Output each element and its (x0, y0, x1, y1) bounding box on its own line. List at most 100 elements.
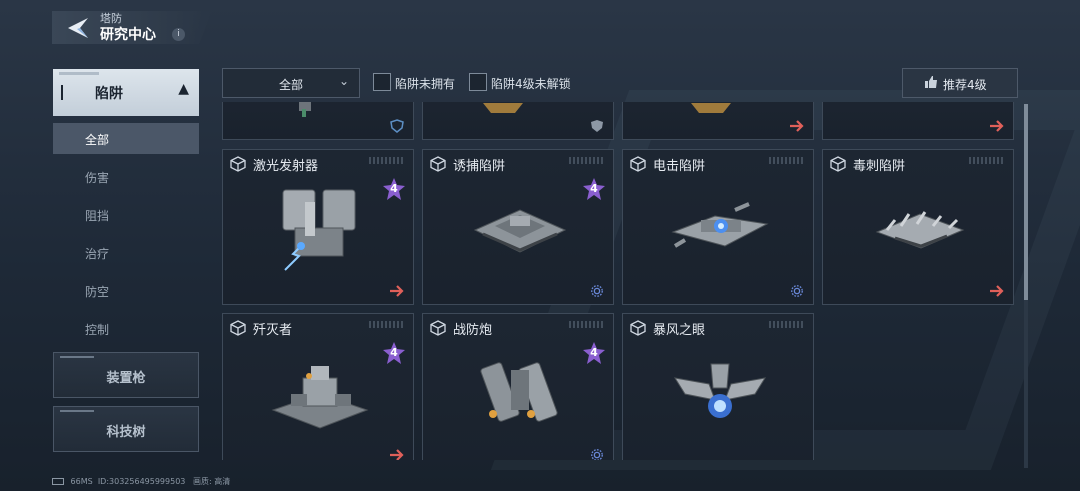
laser-emitter-art (282, 189, 356, 271)
cube-icon (230, 156, 246, 172)
shield-icon[interactable] (389, 119, 405, 133)
sidebar-item-label: 控制 (85, 323, 110, 337)
sidebar-item-all[interactable]: 全部 (53, 123, 199, 154)
decor-strip (769, 157, 805, 164)
sidebar-item-label: 阻挡 (85, 209, 110, 223)
level-4-badge: 4 (383, 342, 405, 364)
decor-strip (369, 321, 405, 328)
trap-name: 暴风之眼 (653, 323, 706, 338)
shock-trap-art (671, 202, 769, 248)
battery-icon (52, 478, 64, 485)
snare-trap-art (473, 209, 567, 253)
quality-value: 高清 (214, 477, 231, 486)
ping-text: 66MS (70, 477, 93, 486)
decor-strip (60, 410, 94, 412)
sidebar-item-block[interactable]: 阻挡 (53, 199, 199, 230)
sidebar-item-label: 伤害 (85, 171, 110, 185)
tech-tree-label: 科技树 (106, 425, 146, 440)
cube-icon (830, 156, 846, 172)
decor-strip (769, 321, 805, 328)
info-icon[interactable]: i (172, 28, 185, 41)
tech-tree-button[interactable]: 科技树 (53, 406, 199, 452)
not-owned-label[interactable]: 陷阱未拥有 (395, 75, 455, 92)
category-marker (61, 85, 63, 100)
device-gun-button[interactable]: 装置枪 (53, 352, 199, 398)
arrow-right-icon[interactable] (989, 119, 1005, 133)
category-header-traps[interactable]: 陷阱 ▲ (53, 69, 199, 116)
trap-card[interactable] (822, 102, 1014, 140)
trap-art-partial (299, 102, 311, 117)
level4-locked-checkbox[interactable] (469, 73, 487, 91)
level-4-badge: 4 (383, 178, 405, 200)
trap-card[interactable] (622, 102, 814, 140)
trap-name: 激光发射器 (253, 159, 319, 174)
decor-strip (60, 356, 94, 358)
sidebar-item-control[interactable]: 控制 (53, 313, 199, 344)
eye-of-storm-art (673, 363, 767, 418)
chevron-down-icon: ⌄ (338, 74, 349, 88)
scrollbar-thumb[interactable] (1024, 104, 1028, 300)
level4-locked-label[interactable]: 陷阱4级未解锁 (491, 75, 571, 92)
page-title: 研究中心 (100, 27, 156, 43)
sidebar-item-label: 治疗 (85, 247, 110, 261)
trap-name: 战防炮 (453, 323, 493, 338)
player-id-text: ID:303256495999503 (97, 477, 186, 486)
cube-icon (430, 156, 446, 172)
quality-label: 画质: (193, 477, 212, 486)
cube-icon (230, 320, 246, 336)
sidebar-item-damage[interactable]: 伤害 (53, 161, 199, 192)
trap-card-shock-trap[interactable]: 电击陷阱 (622, 149, 814, 305)
cube-icon (630, 156, 646, 172)
sidebar-item-heal[interactable]: 治疗 (53, 237, 199, 268)
trap-card-anti-tank-gun[interactable]: 战防炮 4 (422, 313, 614, 460)
trap-card-laser-emitter[interactable]: 激光发射器 4 (222, 149, 414, 305)
decor-strip (369, 157, 405, 164)
thumbs-up-icon (925, 76, 937, 88)
trap-card-annihilator[interactable]: 歼灭者 4 (222, 313, 414, 460)
trap-card[interactable] (222, 102, 414, 140)
gear-icon[interactable] (789, 284, 805, 298)
decor-strip (569, 321, 605, 328)
trap-name: 诱捕陷阱 (453, 159, 506, 174)
decor-strip (569, 157, 605, 164)
sidebar-item-anti-air[interactable]: 防空 (53, 275, 199, 306)
trap-art-partial (691, 103, 731, 113)
gear-icon[interactable] (589, 448, 605, 460)
gear-icon[interactable] (589, 284, 605, 298)
cube-icon (630, 320, 646, 336)
venom-spike-trap-art (875, 211, 965, 249)
category-label: 陷阱 (95, 86, 123, 102)
annihilator-art (271, 366, 369, 429)
arrow-right-icon[interactable] (389, 284, 405, 298)
arrow-right-icon[interactable] (789, 119, 805, 133)
recommend-level4-label: 推荐4级 (943, 78, 987, 92)
sidebar-item-label: 防空 (85, 285, 110, 299)
trap-card-venom-spike-trap[interactable]: 毒刺陷阱 (822, 149, 1014, 305)
chevron-up-icon: ▲ (178, 81, 189, 97)
cube-icon (430, 320, 446, 336)
trap-art-partial (483, 103, 523, 113)
status-bar: 66MS ID:303256495999503 画质: 高清 (52, 476, 230, 487)
trap-name: 毒刺陷阱 (853, 159, 906, 174)
decor-strip (969, 157, 1005, 164)
filter-dropdown-value: 全部 (279, 78, 304, 92)
arrow-right-icon[interactable] (989, 284, 1005, 298)
recommend-level4-button[interactable]: 推荐4级 (902, 68, 1018, 98)
trap-card-snare-trap[interactable]: 诱捕陷阱 4 (422, 149, 614, 305)
device-gun-label: 装置枪 (106, 371, 146, 386)
trap-card-eye-of-storm[interactable]: 暴风之眼 (622, 313, 814, 460)
filter-dropdown[interactable]: 全部 ⌄ (222, 68, 360, 98)
level-4-badge: 4 (583, 178, 605, 200)
level-4-badge: 4 (583, 342, 605, 364)
arrow-right-icon[interactable] (389, 448, 405, 460)
sidebar-item-label: 全部 (85, 133, 110, 147)
decor-strip (59, 72, 99, 75)
trap-grid: 激光发射器 4 诱捕陷阱 4 电击陷阱 毒刺陷阱 歼灭者 4 战防炮 4 暴风之… (222, 102, 1017, 460)
trap-name: 电击陷阱 (653, 159, 706, 174)
trap-card[interactable] (422, 102, 614, 140)
not-owned-checkbox[interactable] (373, 73, 391, 91)
anti-tank-gun-art (480, 362, 558, 422)
shield-icon[interactable] (589, 119, 605, 133)
trap-name: 歼灭者 (253, 323, 293, 338)
back-arrow-icon[interactable] (66, 17, 90, 39)
